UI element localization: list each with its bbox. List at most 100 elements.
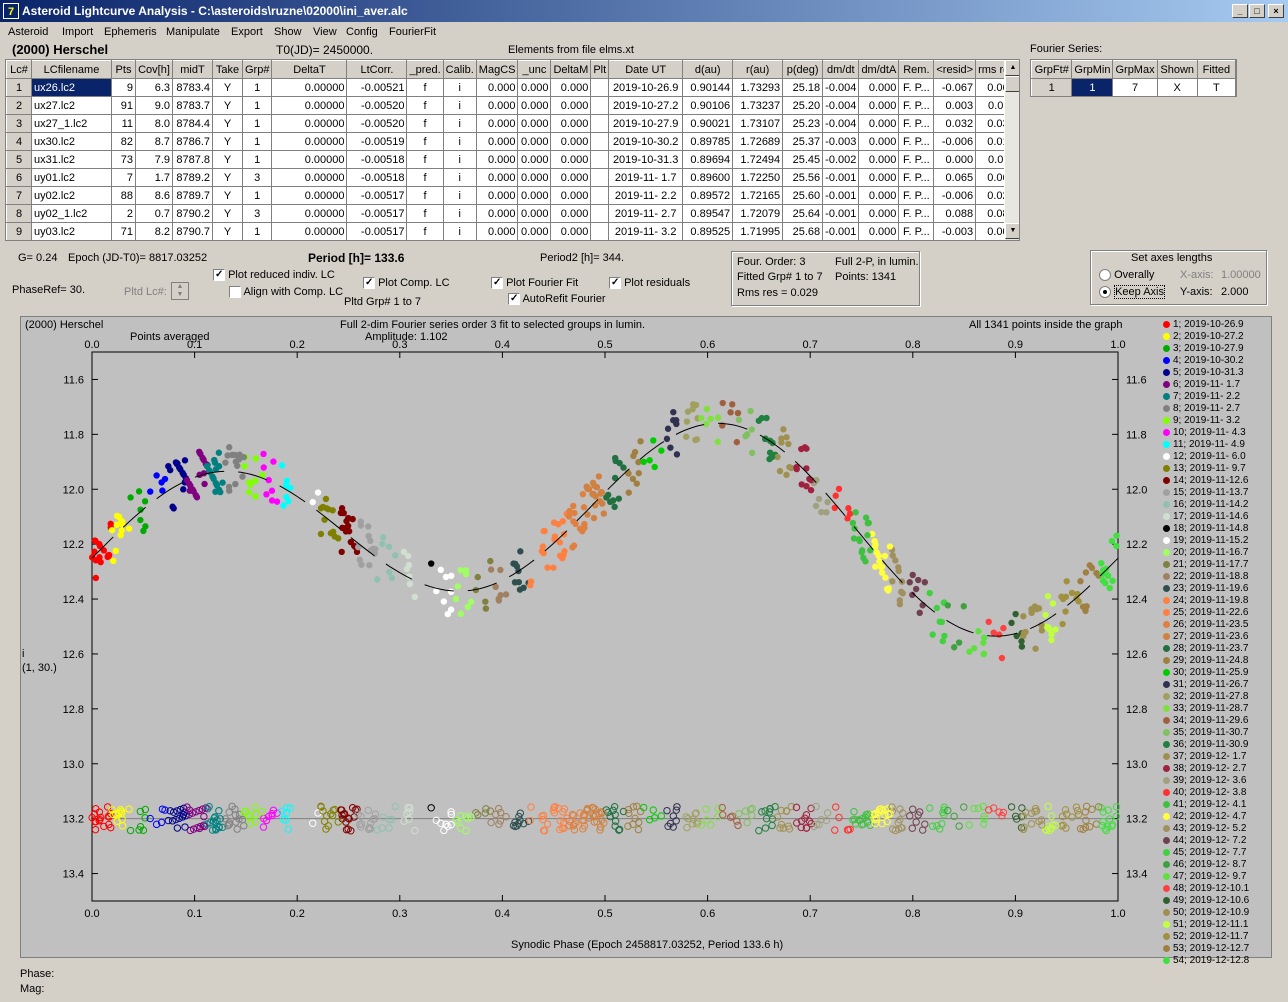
lc-cell-rem[interactable]: F. P...: [898, 168, 935, 187]
lc-cell-lc-filename[interactable]: uy03.lc2: [31, 222, 112, 240]
lc-cell-resid[interactable]: -0.003: [933, 222, 977, 240]
check-icon[interactable]: [508, 293, 520, 306]
plot-comp-checkbox[interactable]: Plot Comp. LC: [363, 277, 450, 290]
lc-cell-r-au[interactable]: 1.72250: [732, 168, 784, 187]
fourier-cell-grpmax[interactable]: 7: [1112, 78, 1158, 97]
lc-cell-unc[interactable]: 0.000: [517, 114, 552, 133]
lc-cell-calib[interactable]: i: [442, 150, 477, 169]
close-button[interactable]: ×: [1268, 4, 1284, 18]
lc-cell-ltcorr[interactable]: -0.00517: [346, 222, 408, 240]
lc-cell-resid[interactable]: 0.003: [933, 96, 977, 115]
lc-cell-r-au[interactable]: 1.71995: [732, 222, 784, 240]
table-row[interactable]: 8 uy02_1.lc2 2 0.7 8790.2 Y 3 0.00000 -0.00517 f i…: [6, 204, 1018, 223]
lc-col-plt[interactable]: Plt: [590, 60, 610, 79]
lc-cell-rem[interactable]: F. P...: [898, 78, 935, 97]
lc-cell-pts[interactable]: 2: [111, 204, 136, 223]
lc-cell-lc-filename[interactable]: ux27_1.lc2: [31, 114, 112, 133]
lc-cell-unc[interactable]: 0.000: [517, 204, 552, 223]
lc-cell-deltam[interactable]: 0.000: [550, 150, 592, 169]
lc-cell-date-ut[interactable]: 2019-11- 1.7: [608, 168, 684, 187]
lc-cell-unc[interactable]: 0.000: [517, 132, 552, 151]
lc-cell-lc-num[interactable]: 1: [6, 78, 32, 97]
lc-col-r-au[interactable]: r(au): [732, 60, 784, 79]
fourier-col-fitted[interactable]: Fitted: [1196, 60, 1237, 79]
lc-cell-lc-num[interactable]: 6: [6, 168, 32, 187]
lc-cell-lc-num[interactable]: 8: [6, 204, 32, 223]
lc-cell-midt[interactable]: 8789.2: [172, 168, 213, 187]
lc-cell-calib[interactable]: i: [442, 222, 477, 240]
scroll-down-arrow-icon[interactable]: ▼: [1005, 223, 1019, 239]
lc-cell-p-deg[interactable]: 25.60: [782, 186, 824, 205]
scroll-thumb[interactable]: [1005, 76, 1019, 92]
lc-cell-cov[interactable]: 8.6: [135, 186, 173, 205]
lc-cell-rem[interactable]: F. P...: [898, 132, 935, 151]
lc-cell-take[interactable]: Y: [212, 168, 243, 187]
lc-cell-deltam[interactable]: 0.000: [550, 186, 592, 205]
lc-cell-d-au[interactable]: 0.89572: [682, 186, 734, 205]
lc-cell-rem[interactable]: F. P...: [898, 114, 935, 133]
lc-cell-take[interactable]: Y: [212, 78, 243, 97]
table-row[interactable]: 9 uy03.lc2 71 8.2 8790.7 Y 1 0.00000 -0.00517 f i 0…: [6, 222, 1018, 240]
lc-cell-dmdta[interactable]: 0.000: [858, 114, 900, 133]
lc-cell-lc-filename[interactable]: uy02_1.lc2: [31, 204, 112, 223]
table-row[interactable]: 6 uy01.lc2 7 1.7 8789.2 Y 3 0.00000 -0.00518 f i 0.…: [6, 168, 1018, 187]
menu-view[interactable]: View: [313, 26, 337, 38]
lc-cell-pred[interactable]: f: [406, 150, 444, 169]
lc-cell-deltat[interactable]: 0.00000: [271, 204, 348, 223]
fourier-cell-fitted[interactable]: T: [1196, 78, 1237, 97]
lc-cell-unc[interactable]: 0.000: [517, 96, 552, 115]
lc-cell-date-ut[interactable]: 2019-11- 2.7: [608, 204, 684, 223]
lc-cell-grp[interactable]: 1: [241, 78, 273, 97]
lc-cell-dmdt[interactable]: -0.002: [822, 150, 860, 169]
fourier-row[interactable]: 1 1 7 X T: [1030, 78, 1237, 97]
lc-cell-date-ut[interactable]: 2019-11- 3.2: [608, 222, 684, 240]
radio-icon[interactable]: [1099, 269, 1111, 282]
lc-cell-pts[interactable]: 73: [111, 150, 136, 169]
lc-cell-lc-filename[interactable]: ux30.lc2: [31, 132, 112, 151]
lc-cell-pts[interactable]: 9: [111, 78, 136, 97]
lc-cell-ltcorr[interactable]: -0.00518: [346, 150, 408, 169]
lc-cell-magcs[interactable]: 0.000: [475, 168, 519, 187]
lc-cell-pred[interactable]: f: [406, 222, 444, 240]
lc-cell-p-deg[interactable]: 25.64: [782, 204, 824, 223]
lc-cell-grp[interactable]: 3: [241, 204, 273, 223]
table-row[interactable]: 4 ux30.lc2 82 8.7 8786.7 Y 1 0.00000 -0.00519 f i 0…: [6, 132, 1018, 151]
overally-radio[interactable]: Overally: [1099, 269, 1154, 282]
lc-cell-lc-num[interactable]: 3: [6, 114, 32, 133]
lc-cell-lc-num[interactable]: 7: [6, 186, 32, 205]
lc-col-d-au[interactable]: d(au): [682, 60, 734, 79]
lc-cell-d-au[interactable]: 0.89785: [682, 132, 734, 151]
fourier-col-grpft[interactable]: GrpFt#: [1030, 60, 1073, 79]
lc-cell-dmdta[interactable]: 0.000: [858, 96, 900, 115]
table-row[interactable]: 2 ux27.lc2 91 9.0 8783.7 Y 1 0.00000 -0.00520 f i 0…: [6, 96, 1018, 115]
lc-cell-lc-num[interactable]: 2: [6, 96, 32, 115]
lc-cell-midt[interactable]: 8789.7: [172, 186, 213, 205]
lc-cell-plt[interactable]: [590, 78, 610, 97]
lc-cell-date-ut[interactable]: 2019-11- 2.2: [608, 186, 684, 205]
lc-col-magcs[interactable]: MagCS: [475, 60, 519, 79]
lc-cell-pts[interactable]: 71: [111, 222, 136, 240]
lc-cell-pred[interactable]: f: [406, 186, 444, 205]
lc-cell-deltat[interactable]: 0.00000: [271, 168, 348, 187]
lc-cell-magcs[interactable]: 0.000: [475, 132, 519, 151]
lc-col-deltam[interactable]: DeltaM: [550, 60, 592, 79]
lc-col-lc-num[interactable]: Lc#: [6, 60, 32, 79]
lc-cell-dmdt[interactable]: -0.001: [822, 204, 860, 223]
lc-cell-d-au[interactable]: 0.90144: [682, 78, 734, 97]
lc-cell-resid[interactable]: -0.067: [933, 78, 977, 97]
fourier-cell-shown[interactable]: X: [1156, 78, 1198, 97]
lc-cell-resid[interactable]: 0.032: [933, 114, 977, 133]
lc-cell-deltam[interactable]: 0.000: [550, 132, 592, 151]
fourier-cell-grpmin[interactable]: 1: [1071, 78, 1114, 97]
scroll-up-arrow-icon[interactable]: ▲: [1005, 60, 1019, 76]
lc-cell-grp[interactable]: 1: [241, 96, 273, 115]
lc-col-rem[interactable]: Rem.: [898, 60, 935, 79]
lc-cell-dmdta[interactable]: 0.000: [858, 150, 900, 169]
lc-cell-midt[interactable]: 8790.7: [172, 222, 213, 240]
lc-cell-pred[interactable]: f: [406, 114, 444, 133]
lc-cell-deltat[interactable]: 0.00000: [271, 150, 348, 169]
lc-cell-plt[interactable]: [590, 132, 610, 151]
lc-cell-magcs[interactable]: 0.000: [475, 96, 519, 115]
lc-col-pts[interactable]: Pts: [111, 60, 136, 79]
lc-cell-take[interactable]: Y: [212, 222, 243, 240]
